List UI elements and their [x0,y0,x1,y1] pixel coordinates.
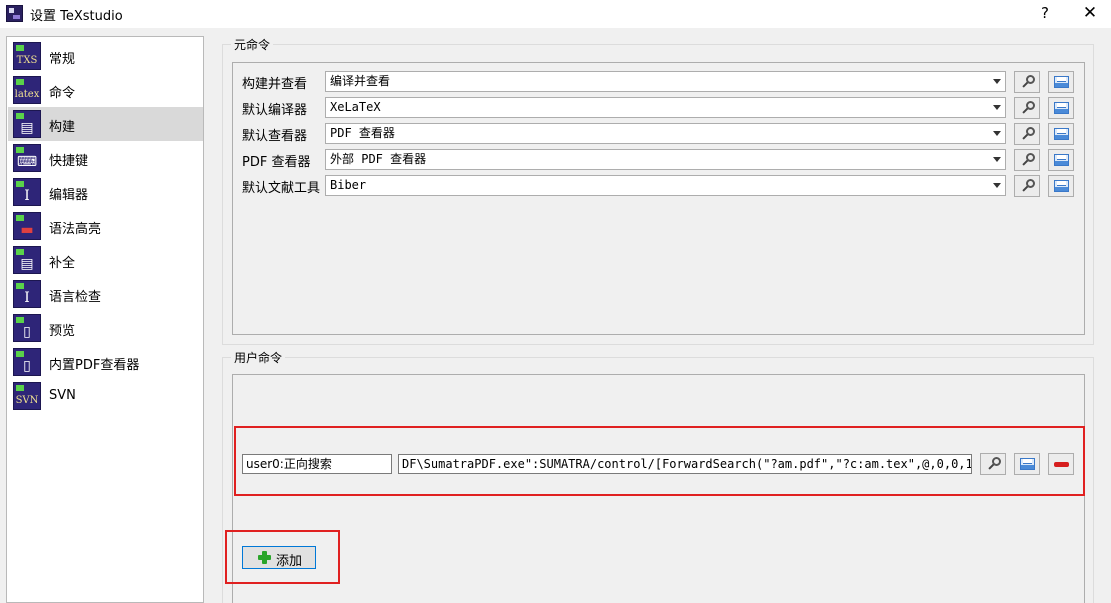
latex-icon: latex [13,76,41,104]
save-button[interactable] [1048,149,1074,171]
wrench-icon [1022,127,1035,140]
sidebar-item-language-check[interactable]: I 语言检查 [8,277,203,311]
save-button[interactable] [1048,175,1074,197]
sidebar-item-preview[interactable]: ▯ 预览 [8,311,203,345]
meta-command-label: 构建并查看 [242,77,308,92]
chevron-down-icon [993,183,1001,188]
preview-page-icon: ▯ [13,314,41,342]
sidebar-item-internal-pdf-viewer[interactable]: ▯ 内置PDF查看器 [8,345,203,379]
pdf-viewer-icon: ▯ [13,348,41,376]
sidebar-item-label: 快捷键 [49,154,89,169]
sidebar-item-label: 语法高亮 [49,222,102,237]
selected-value: Biber [330,178,367,192]
configure-button[interactable] [1014,97,1040,119]
configure-button[interactable] [1014,123,1040,145]
sidebar-item-completion[interactable]: ▤ 补全 [8,243,203,277]
annotation-highlight-add-button [225,530,340,584]
sidebar-item-label: 语言检查 [49,290,102,305]
save-button[interactable] [1048,123,1074,145]
sidebar-item-shortcuts[interactable]: ⌨ 快捷键 [8,141,203,175]
save-button[interactable] [1048,97,1074,119]
build-and-view-select[interactable]: 编译并查看 [325,71,1006,92]
title-bar: 设置 TeXstudio ? ✕ [0,0,1111,28]
meta-command-label: 默认编译器 [242,103,308,118]
wrench-icon [1022,101,1035,114]
wrench-icon [1022,153,1035,166]
completion-list-icon: ▤ [13,246,41,274]
save-button[interactable] [1048,71,1074,93]
selected-value: 外部 PDF 查看器 [330,152,427,166]
configure-button[interactable] [1014,175,1040,197]
sidebar-item-editor[interactable]: I 编辑器 [8,175,203,209]
configure-button[interactable] [1014,71,1040,93]
sidebar-item-commands[interactable]: latex 命令 [8,73,203,107]
selected-value: XeLaTeX [330,100,381,114]
chevron-down-icon [993,79,1001,84]
meta-command-label: 默认文献工具 [242,181,321,196]
meta-command-label: 默认查看器 [242,129,308,144]
chevron-down-icon [993,105,1001,110]
svn-icon: SVN [13,382,41,410]
save-icon [1054,180,1069,192]
sidebar-item-label: 内置PDF查看器 [49,358,140,373]
user-commands-group-title: 用户命令 [231,349,286,366]
sidebar-item-label: 命令 [49,86,76,101]
sidebar-item-label: 编辑器 [49,188,89,203]
selected-value: 编译并查看 [330,74,391,88]
spell-check-icon: I [13,280,41,308]
syntax-highlight-icon: ▬ [13,212,41,240]
chevron-down-icon [993,157,1001,162]
sidebar-item-label: 补全 [49,256,76,271]
text-cursor-icon: I [13,178,41,206]
wrench-icon [1022,75,1035,88]
sidebar-item-label: SVN [49,388,76,403]
meta-command-label: PDF 查看器 [242,155,311,170]
sidebar-item-label: 常规 [49,52,76,67]
save-icon [1054,102,1069,114]
chevron-down-icon [993,131,1001,136]
wrench-icon [1022,179,1035,192]
texstudio-app-icon [6,5,23,22]
default-compiler-select[interactable]: XeLaTeX [325,97,1006,118]
sidebar-item-build[interactable]: ▤ 构建 [8,107,203,141]
sidebar-item-general[interactable]: TXS 常规 [8,39,203,73]
close-button[interactable]: ✕ [1074,0,1106,28]
save-icon [1054,128,1069,140]
default-viewer-select[interactable]: PDF 查看器 [325,123,1006,144]
pdf-viewer-select[interactable]: 外部 PDF 查看器 [325,149,1006,170]
sidebar-item-svn[interactable]: SVN SVN [8,379,203,413]
keyboard-icon: ⌨ [13,144,41,172]
help-button[interactable]: ? [1030,0,1060,28]
sidebar-item-syntax-highlighting[interactable]: ▬ 语法高亮 [8,209,203,243]
txs-logo-icon: TXS [13,42,41,70]
selected-value: PDF 查看器 [330,126,395,140]
configure-button[interactable] [1014,149,1040,171]
default-bibliography-tool-select[interactable]: Biber [325,175,1006,196]
sidebar-item-label: 构建 [49,120,76,135]
build-icon: ▤ [13,110,41,138]
meta-commands-group-title: 元命令 [231,36,274,53]
save-icon [1054,76,1069,88]
window-title: 设置 TeXstudio [30,9,123,24]
save-icon [1054,154,1069,166]
annotation-highlight-user-command-row [234,426,1085,496]
sidebar-item-label: 预览 [49,324,76,339]
settings-category-list: TXS 常规 latex 命令 ▤ 构建 ⌨ 快捷键 I 编辑器 ▬ 语法高亮 … [6,36,204,603]
